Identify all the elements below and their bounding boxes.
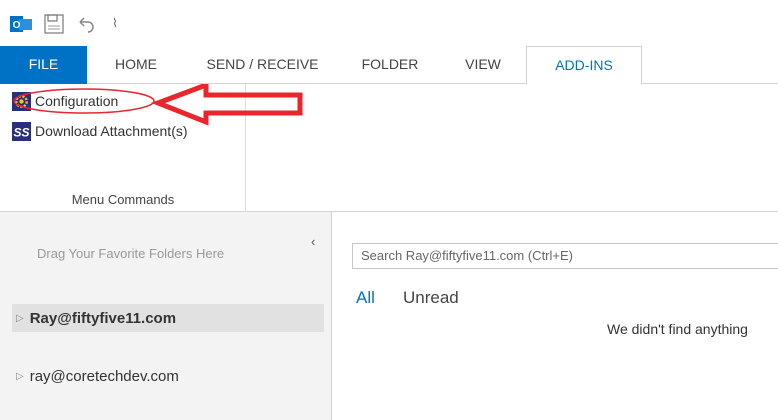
- tab-file[interactable]: FILE: [0, 46, 87, 84]
- account-label: ray@coretechdev.com: [29, 367, 179, 385]
- save-icon[interactable]: [44, 14, 64, 34]
- menu-commands-group: Configuration SS Download Attachment(s) …: [0, 84, 246, 212]
- gear-icon: [12, 91, 31, 111]
- account-item[interactable]: ▷ ray@coretechdev.com: [12, 362, 324, 390]
- favorites-drop-hint: Drag Your Favorite Folders Here: [37, 246, 225, 261]
- outlook-icon[interactable]: O: [10, 14, 32, 34]
- customize-qat-dropdown[interactable]: ⌇: [112, 16, 118, 30]
- ribbon: Configuration SS Download Attachment(s) …: [0, 84, 778, 212]
- tab-view[interactable]: VIEW: [440, 46, 526, 84]
- expand-triangle-icon[interactable]: ▷: [16, 371, 24, 382]
- filter-unread[interactable]: Unread: [403, 288, 459, 308]
- configuration-label: Configuration: [35, 93, 119, 109]
- ss-logo-icon: SS: [12, 121, 31, 141]
- account-label: Ray@fiftyfive11.com: [29, 309, 177, 327]
- empty-list-message: We didn't find anything: [607, 321, 748, 337]
- tab-home[interactable]: HOME: [87, 46, 185, 84]
- folder-pane: Drag Your Favorite Folders Here ‹ ▷ Ray@…: [0, 212, 332, 420]
- tab-folder[interactable]: FOLDER: [340, 46, 440, 84]
- tab-add-ins[interactable]: ADD-INS: [526, 46, 642, 85]
- tab-send-receive[interactable]: SEND / RECEIVE: [185, 46, 340, 84]
- collapse-pane-button[interactable]: ‹: [311, 234, 315, 249]
- expand-triangle-icon[interactable]: ▷: [16, 313, 24, 324]
- svg-text:O: O: [13, 20, 21, 31]
- mail-list-pane: Search Ray@fiftyfive11.com (Ctrl+E) All …: [333, 212, 778, 420]
- quick-access-toolbar: O ⌇: [0, 0, 778, 46]
- search-input[interactable]: Search Ray@fiftyfive11.com (Ctrl+E): [352, 243, 778, 269]
- undo-icon[interactable]: [77, 15, 95, 33]
- account-item[interactable]: ▷ Ray@fiftyfive11.com: [12, 304, 324, 332]
- download-attachments-label: Download Attachment(s): [35, 123, 188, 139]
- ribbon-group-label: Menu Commands: [71, 192, 175, 207]
- ribbon-tab-bar: FILE HOME SEND / RECEIVE FOLDER VIEW ADD…: [0, 46, 778, 85]
- svg-text:SS: SS: [13, 125, 29, 139]
- filter-all[interactable]: All: [356, 288, 375, 308]
- configuration-button[interactable]: Configuration: [12, 90, 118, 112]
- download-attachments-button[interactable]: SS Download Attachment(s): [12, 120, 188, 142]
